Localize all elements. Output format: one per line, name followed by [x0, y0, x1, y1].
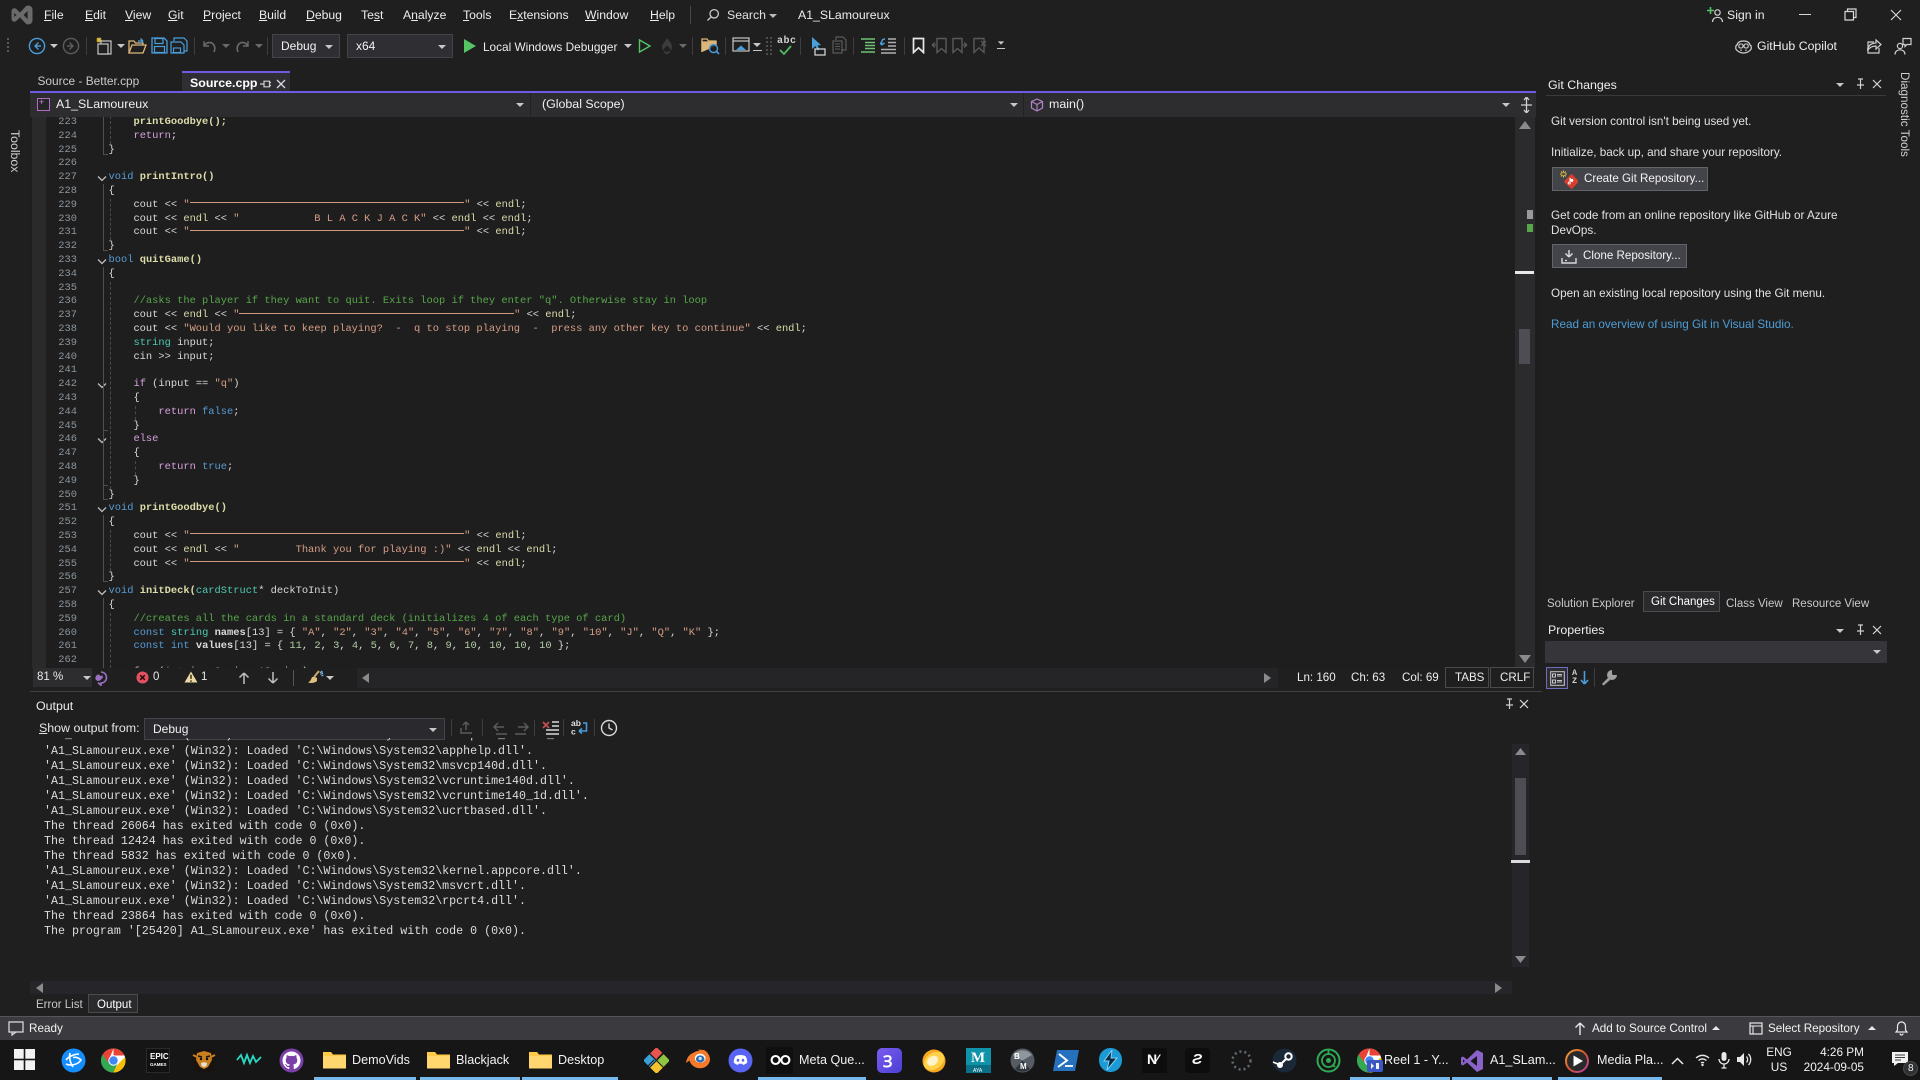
svg-text:B: B — [1014, 1052, 1020, 1061]
svg-text:M: M — [1020, 1062, 1027, 1071]
svg-text:c: c — [571, 727, 576, 737]
